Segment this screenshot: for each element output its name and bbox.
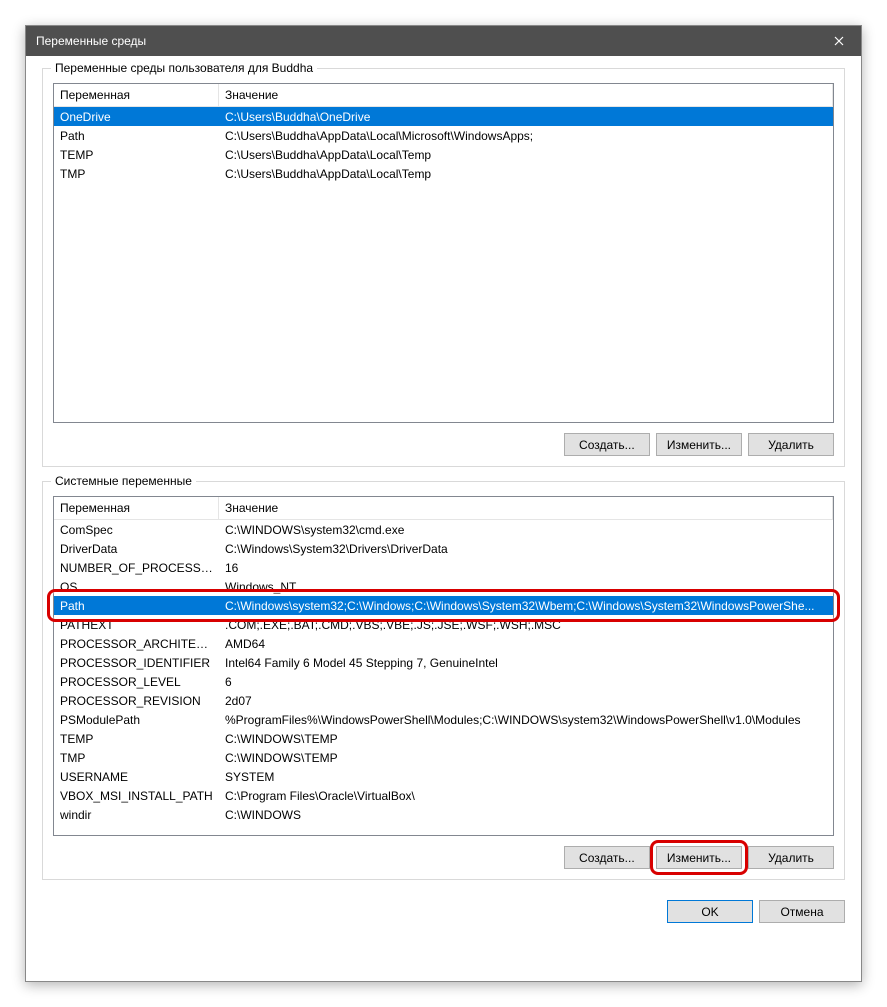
cell-value: C:\WINDOWS\TEMP bbox=[219, 730, 833, 748]
cell-value: C:\WINDOWS bbox=[219, 806, 833, 824]
cell-value: C:\Users\Buddha\AppData\Local\Microsoft\… bbox=[219, 127, 833, 145]
cell-value: C:\Program Files\Oracle\VirtualBox\ bbox=[219, 787, 833, 805]
table-row[interactable]: TEMPC:\WINDOWS\TEMP bbox=[54, 729, 833, 748]
cell-value: AMD64 bbox=[219, 635, 833, 653]
table-row[interactable]: OSWindows_NT bbox=[54, 577, 833, 596]
cell-value: Windows_NT bbox=[219, 578, 833, 596]
col-value[interactable]: Значение bbox=[219, 84, 833, 106]
sys-vars-group: Системные переменные Переменная Значение… bbox=[42, 481, 845, 880]
cell-value: 16 bbox=[219, 559, 833, 577]
ok-button[interactable]: OK bbox=[667, 900, 753, 923]
sys-create-button[interactable]: Создать... bbox=[564, 846, 650, 869]
window-title: Переменные среды bbox=[36, 34, 146, 48]
sys-vars-listbox[interactable]: Переменная Значение ComSpecC:\WINDOWS\sy… bbox=[53, 496, 834, 836]
cell-value: C:\Users\Buddha\AppData\Local\Temp bbox=[219, 146, 833, 164]
cell-variable: TMP bbox=[54, 165, 219, 183]
table-row[interactable]: PathC:\Windows\system32;C:\Windows;C:\Wi… bbox=[54, 596, 833, 615]
cell-variable: TMP bbox=[54, 749, 219, 767]
table-row[interactable]: TMPC:\WINDOWS\TEMP bbox=[54, 748, 833, 767]
table-row[interactable]: USERNAMESYSTEM bbox=[54, 767, 833, 786]
table-row[interactable]: ComSpecC:\WINDOWS\system32\cmd.exe bbox=[54, 520, 833, 539]
col-value[interactable]: Значение bbox=[219, 497, 833, 519]
table-row[interactable]: PROCESSOR_IDENTIFIERIntel64 Family 6 Mod… bbox=[54, 653, 833, 672]
sys-vars-header: Переменная Значение bbox=[54, 497, 833, 520]
user-delete-button[interactable]: Удалить bbox=[748, 433, 834, 456]
cell-variable: OneDrive bbox=[54, 108, 219, 126]
cancel-button[interactable]: Отмена bbox=[759, 900, 845, 923]
col-variable[interactable]: Переменная bbox=[54, 84, 219, 106]
cell-value: C:\Windows\system32;C:\Windows;C:\Window… bbox=[219, 597, 833, 615]
cell-value: SYSTEM bbox=[219, 768, 833, 786]
table-row[interactable]: OneDriveC:\Users\Buddha\OneDrive bbox=[54, 107, 833, 126]
sys-edit-button[interactable]: Изменить... bbox=[656, 846, 742, 869]
cell-variable: Path bbox=[54, 597, 219, 615]
cell-value: C:\Users\Buddha\OneDrive bbox=[219, 108, 833, 126]
user-vars-group: Переменные среды пользователя для Buddha… bbox=[42, 68, 845, 467]
user-create-button[interactable]: Создать... bbox=[564, 433, 650, 456]
col-variable[interactable]: Переменная bbox=[54, 497, 219, 519]
titlebar: Переменные среды bbox=[26, 26, 861, 56]
sys-vars-group-title: Системные переменные bbox=[51, 474, 196, 488]
cell-variable: ComSpec bbox=[54, 521, 219, 539]
close-button[interactable] bbox=[816, 26, 861, 56]
cell-value: %ProgramFiles%\WindowsPowerShell\Modules… bbox=[219, 711, 833, 729]
cell-variable: windir bbox=[54, 806, 219, 824]
cell-value: C:\WINDOWS\TEMP bbox=[219, 749, 833, 767]
dialog-footer: OK Отмена bbox=[42, 894, 845, 923]
sys-delete-button[interactable]: Удалить bbox=[748, 846, 834, 869]
cell-value: C:\Windows\System32\Drivers\DriverData bbox=[219, 540, 833, 558]
cell-value: C:\Users\Buddha\AppData\Local\Temp bbox=[219, 165, 833, 183]
env-vars-dialog: Переменные среды Переменные среды пользо… bbox=[25, 25, 862, 982]
table-row[interactable]: PSModulePath%ProgramFiles%\WindowsPowerS… bbox=[54, 710, 833, 729]
user-vars-group-title: Переменные среды пользователя для Buddha bbox=[51, 61, 317, 75]
table-row[interactable]: VBOX_MSI_INSTALL_PATHC:\Program Files\Or… bbox=[54, 786, 833, 805]
cell-variable: NUMBER_OF_PROCESSORS bbox=[54, 559, 219, 577]
cell-variable: PROCESSOR_IDENTIFIER bbox=[54, 654, 219, 672]
cell-value: 6 bbox=[219, 673, 833, 691]
table-row[interactable]: TEMPC:\Users\Buddha\AppData\Local\Temp bbox=[54, 145, 833, 164]
table-row[interactable]: TMPC:\Users\Buddha\AppData\Local\Temp bbox=[54, 164, 833, 183]
cell-variable: PATHEXT bbox=[54, 616, 219, 634]
table-row[interactable]: windirC:\WINDOWS bbox=[54, 805, 833, 824]
table-row[interactable]: PROCESSOR_REVISION2d07 bbox=[54, 691, 833, 710]
cell-variable: PROCESSOR_REVISION bbox=[54, 692, 219, 710]
cell-value: Intel64 Family 6 Model 45 Stepping 7, Ge… bbox=[219, 654, 833, 672]
table-row[interactable]: NUMBER_OF_PROCESSORS16 bbox=[54, 558, 833, 577]
cell-variable: DriverData bbox=[54, 540, 219, 558]
cell-variable: OS bbox=[54, 578, 219, 596]
cell-variable: TEMP bbox=[54, 146, 219, 164]
table-row[interactable]: PROCESSOR_LEVEL6 bbox=[54, 672, 833, 691]
table-row[interactable]: PROCESSOR_ARCHITECTUREAMD64 bbox=[54, 634, 833, 653]
user-vars-header: Переменная Значение bbox=[54, 84, 833, 107]
cell-variable: Path bbox=[54, 127, 219, 145]
table-row[interactable]: PathC:\Users\Buddha\AppData\Local\Micros… bbox=[54, 126, 833, 145]
cell-value: 2d07 bbox=[219, 692, 833, 710]
cell-variable: PROCESSOR_ARCHITECTURE bbox=[54, 635, 219, 653]
close-icon bbox=[834, 36, 844, 46]
cell-variable: PSModulePath bbox=[54, 711, 219, 729]
cell-value: .COM;.EXE;.BAT;.CMD;.VBS;.VBE;.JS;.JSE;.… bbox=[219, 616, 833, 634]
cell-variable: TEMP bbox=[54, 730, 219, 748]
user-vars-listbox[interactable]: Переменная Значение OneDriveC:\Users\Bud… bbox=[53, 83, 834, 423]
table-row[interactable]: DriverDataC:\Windows\System32\Drivers\Dr… bbox=[54, 539, 833, 558]
table-row[interactable]: PATHEXT.COM;.EXE;.BAT;.CMD;.VBS;.VBE;.JS… bbox=[54, 615, 833, 634]
cell-variable: USERNAME bbox=[54, 768, 219, 786]
cell-variable: VBOX_MSI_INSTALL_PATH bbox=[54, 787, 219, 805]
cell-variable: PROCESSOR_LEVEL bbox=[54, 673, 219, 691]
user-edit-button[interactable]: Изменить... bbox=[656, 433, 742, 456]
cell-value: C:\WINDOWS\system32\cmd.exe bbox=[219, 521, 833, 539]
